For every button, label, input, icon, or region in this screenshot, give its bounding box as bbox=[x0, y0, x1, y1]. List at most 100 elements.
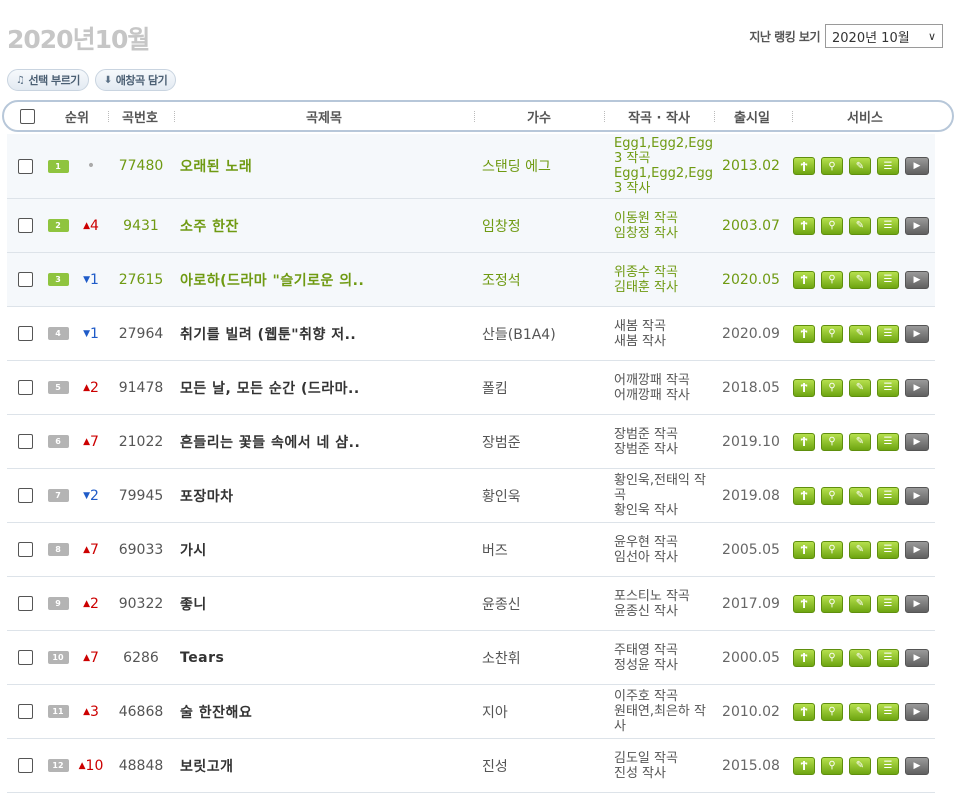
row-checkbox[interactable] bbox=[17, 542, 33, 557]
artist-name[interactable]: 진성 bbox=[482, 739, 602, 792]
play-icon[interactable]: ▶ bbox=[905, 324, 929, 343]
row-select[interactable] bbox=[16, 253, 34, 306]
search-icon[interactable]: ⚲ bbox=[821, 378, 843, 397]
list-icon[interactable]: ☰ bbox=[877, 486, 899, 505]
song-title[interactable]: 모든 날, 모든 순간 (드라마.. bbox=[180, 361, 472, 414]
call-song-icon[interactable]: Ϯ bbox=[793, 540, 815, 559]
list-icon[interactable]: ☰ bbox=[877, 648, 899, 667]
lyrics-icon[interactable]: ✎ bbox=[849, 378, 871, 397]
play-icon[interactable]: ▶ bbox=[905, 432, 929, 451]
row-select[interactable] bbox=[16, 199, 34, 252]
artist-name[interactable]: 소찬휘 bbox=[482, 631, 602, 684]
search-icon[interactable]: ⚲ bbox=[821, 702, 843, 721]
row-select[interactable] bbox=[16, 685, 34, 738]
search-icon[interactable]: ⚲ bbox=[821, 756, 843, 775]
artist-name[interactable]: 임창정 bbox=[482, 199, 602, 252]
list-icon[interactable]: ☰ bbox=[877, 270, 899, 289]
call-song-icon[interactable]: Ϯ bbox=[793, 594, 815, 613]
artist-name[interactable]: 윤종신 bbox=[482, 577, 602, 630]
list-icon[interactable]: ☰ bbox=[877, 324, 899, 343]
artist-name[interactable]: 장범준 bbox=[482, 415, 602, 468]
play-icon[interactable]: ▶ bbox=[905, 702, 929, 721]
call-song-icon[interactable]: Ϯ bbox=[793, 324, 815, 343]
row-checkbox[interactable] bbox=[17, 704, 33, 719]
list-icon[interactable]: ☰ bbox=[877, 432, 899, 451]
search-icon[interactable]: ⚲ bbox=[821, 648, 843, 667]
call-song-icon[interactable]: Ϯ bbox=[793, 432, 815, 451]
row-checkbox[interactable] bbox=[17, 434, 33, 449]
list-icon[interactable]: ☰ bbox=[877, 378, 899, 397]
play-icon[interactable]: ▶ bbox=[905, 648, 929, 667]
call-song-icon[interactable]: Ϯ bbox=[793, 702, 815, 721]
play-icon[interactable]: ▶ bbox=[905, 540, 929, 559]
lyrics-icon[interactable]: ✎ bbox=[849, 540, 871, 559]
list-icon[interactable]: ☰ bbox=[877, 594, 899, 613]
lyrics-icon[interactable]: ✎ bbox=[849, 486, 871, 505]
lyrics-icon[interactable]: ✎ bbox=[849, 756, 871, 775]
search-icon[interactable]: ⚲ bbox=[821, 540, 843, 559]
search-icon[interactable]: ⚲ bbox=[821, 324, 843, 343]
row-checkbox[interactable] bbox=[17, 488, 33, 503]
row-checkbox[interactable] bbox=[17, 758, 33, 773]
search-icon[interactable]: ⚲ bbox=[821, 270, 843, 289]
past-ranking-select[interactable]: 2020년 10월 ∨ bbox=[825, 24, 943, 48]
artist-name[interactable]: 지아 bbox=[482, 685, 602, 738]
row-checkbox[interactable] bbox=[17, 326, 33, 341]
row-select[interactable] bbox=[16, 361, 34, 414]
play-icon[interactable]: ▶ bbox=[905, 594, 929, 613]
row-select[interactable] bbox=[16, 523, 34, 576]
song-title[interactable]: 가시 bbox=[180, 523, 472, 576]
artist-name[interactable]: 버즈 bbox=[482, 523, 602, 576]
lyrics-icon[interactable]: ✎ bbox=[849, 270, 871, 289]
play-icon[interactable]: ▶ bbox=[905, 157, 929, 175]
row-select[interactable] bbox=[16, 469, 34, 522]
song-title[interactable]: 좋니 bbox=[180, 577, 472, 630]
search-icon[interactable]: ⚲ bbox=[821, 594, 843, 613]
call-song-icon[interactable]: Ϯ bbox=[793, 486, 815, 505]
song-title[interactable]: 소주 한잔 bbox=[180, 199, 472, 252]
add-favorite-button[interactable]: ⬇ 애창곡 담기 bbox=[94, 69, 177, 91]
row-checkbox[interactable] bbox=[17, 272, 33, 287]
search-icon[interactable]: ⚲ bbox=[821, 157, 843, 175]
row-select[interactable] bbox=[16, 739, 34, 792]
song-title[interactable]: 보릿고개 bbox=[180, 739, 472, 792]
artist-name[interactable]: 산들(B1A4) bbox=[482, 307, 602, 360]
select-all-checkbox[interactable] bbox=[19, 108, 35, 124]
artist-name[interactable]: 스탠딩 에그 bbox=[482, 134, 602, 198]
row-checkbox[interactable] bbox=[17, 158, 33, 174]
play-icon[interactable]: ▶ bbox=[905, 378, 929, 397]
row-checkbox[interactable] bbox=[17, 596, 33, 611]
list-icon[interactable]: ☰ bbox=[877, 157, 899, 175]
artist-name[interactable]: 폴킴 bbox=[482, 361, 602, 414]
search-icon[interactable]: ⚲ bbox=[821, 486, 843, 505]
song-title[interactable]: 포장마차 bbox=[180, 469, 472, 522]
song-title[interactable]: 술 한잔해요 bbox=[180, 685, 472, 738]
list-icon[interactable]: ☰ bbox=[877, 702, 899, 721]
call-song-icon[interactable]: Ϯ bbox=[793, 157, 815, 175]
song-title[interactable]: 오래된 노래 bbox=[180, 134, 472, 198]
lyrics-icon[interactable]: ✎ bbox=[849, 324, 871, 343]
play-icon[interactable]: ▶ bbox=[905, 270, 929, 289]
search-icon[interactable]: ⚲ bbox=[821, 216, 843, 235]
play-icon[interactable]: ▶ bbox=[905, 756, 929, 775]
row-select[interactable] bbox=[16, 631, 34, 684]
song-title[interactable]: 아로하(드라마 "슬기로운 의.. bbox=[180, 253, 472, 306]
search-icon[interactable]: ⚲ bbox=[821, 432, 843, 451]
lyrics-icon[interactable]: ✎ bbox=[849, 432, 871, 451]
list-icon[interactable]: ☰ bbox=[877, 756, 899, 775]
call-song-icon[interactable]: Ϯ bbox=[793, 378, 815, 397]
call-song-icon[interactable]: Ϯ bbox=[793, 270, 815, 289]
list-icon[interactable]: ☰ bbox=[877, 216, 899, 235]
lyrics-icon[interactable]: ✎ bbox=[849, 216, 871, 235]
artist-name[interactable]: 황인욱 bbox=[482, 469, 602, 522]
call-song-icon[interactable]: Ϯ bbox=[793, 216, 815, 235]
row-select[interactable] bbox=[16, 307, 34, 360]
row-select[interactable] bbox=[16, 415, 34, 468]
artist-name[interactable]: 조정석 bbox=[482, 253, 602, 306]
call-song-icon[interactable]: Ϯ bbox=[793, 756, 815, 775]
song-title[interactable]: 흔들리는 꽃들 속에서 네 샴.. bbox=[180, 415, 472, 468]
song-title[interactable]: 취기를 빌려 (웹툰"취향 저.. bbox=[180, 307, 472, 360]
row-checkbox[interactable] bbox=[17, 380, 33, 395]
play-icon[interactable]: ▶ bbox=[905, 216, 929, 235]
call-song-icon[interactable]: Ϯ bbox=[793, 648, 815, 667]
